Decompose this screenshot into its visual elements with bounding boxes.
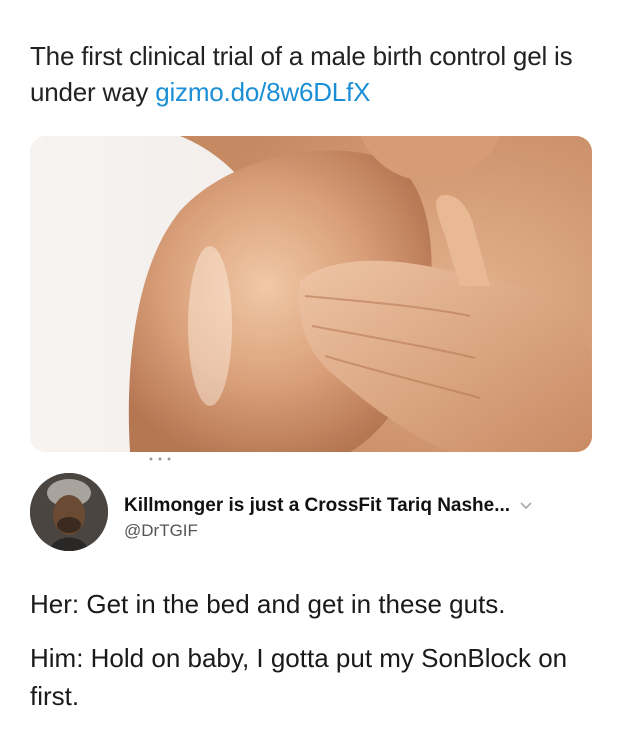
tweet-line: Her: Get in the bed and get in these gut… <box>30 589 506 619</box>
shoulder-photo <box>30 136 592 452</box>
tweet-header: Killmonger is just a CrossFit Tariq Nash… <box>30 473 600 553</box>
image-dots <box>149 457 171 461</box>
display-name[interactable]: Killmonger is just a CrossFit Tariq Nash… <box>124 495 510 517</box>
tweet-body: Her: Get in the bed and get in these gut… <box>30 585 600 715</box>
name-row: Killmonger is just a CrossFit Tariq Nash… <box>124 493 604 519</box>
post-image[interactable] <box>30 136 592 452</box>
shared-post-text: The first clinical trial of a male birth… <box>30 38 600 110</box>
post-link[interactable]: gizmo.do/8w6DLfX <box>155 77 370 107</box>
avatar[interactable] <box>30 473 108 551</box>
handle[interactable]: @DrTGIF <box>124 521 198 541</box>
tweet-line: Him: Hold on baby, I gotta put my SonBlo… <box>30 643 568 711</box>
chevron-down-icon[interactable] <box>518 498 534 514</box>
avatar-image <box>30 473 108 551</box>
